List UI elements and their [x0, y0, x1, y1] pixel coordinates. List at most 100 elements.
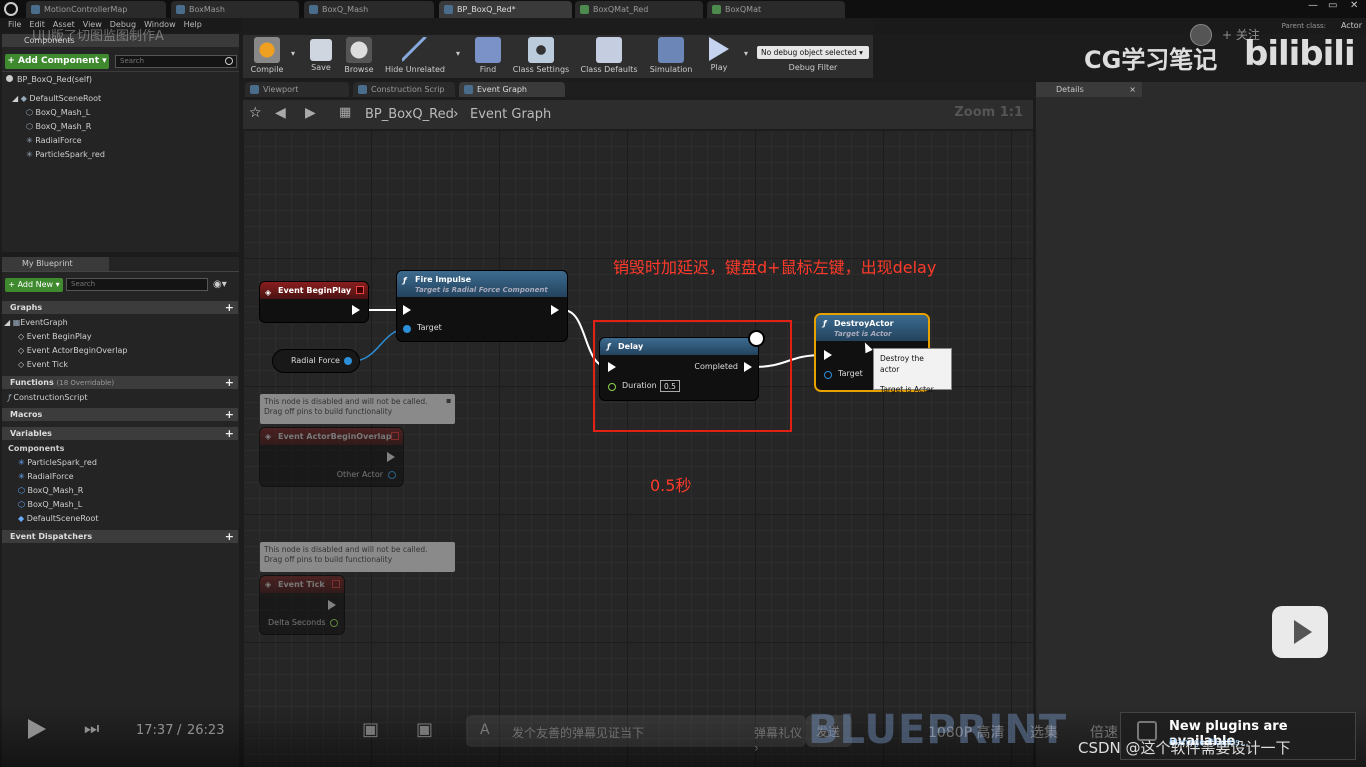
tab-boxqmat[interactable]: BoxQMat [707, 1, 845, 18]
node-event-actor-begin-overlap[interactable]: ◈ Event ActorBeginOverlap Other Actor [260, 428, 403, 486]
section-macros[interactable]: Macros + [2, 408, 238, 421]
event-graph-item[interactable]: ◢ ▦EventGraph [4, 318, 68, 327]
delegate-pin[interactable] [332, 580, 340, 588]
construction-script-item[interactable]: ƒ ConstructionScript [8, 393, 88, 402]
browse-button[interactable]: Browse [341, 37, 377, 77]
component-self[interactable]: BP_BoxQ_Red(self) [6, 75, 92, 84]
var-radial-force[interactable]: ✳ RadialForce [18, 472, 74, 481]
menu-file[interactable]: File [8, 20, 21, 29]
var-default-scene-root[interactable]: ◆ DefaultSceneRoot [18, 514, 98, 523]
play-button[interactable]: Play [701, 37, 737, 77]
breadcrumb-blueprint[interactable]: BP_BoxQ_Red [365, 107, 454, 122]
back-arrow-icon[interactable]: ◀ [275, 105, 286, 121]
minimize-button[interactable]: — [1308, 0, 1318, 11]
danmaku-settings-icon[interactable]: ▣ [416, 719, 433, 740]
radial-force-out-pin[interactable] [344, 357, 352, 365]
favorite-icon[interactable]: ☆ [249, 105, 262, 121]
tab-boxq-mash[interactable]: BoxQ_Mash [304, 1, 434, 18]
play-pause-icon[interactable] [28, 719, 46, 739]
compile-button[interactable]: Compile [247, 37, 287, 77]
exec-out-pin[interactable] [387, 452, 395, 462]
tree-default-scene-root[interactable]: ◢ ◆ DefaultSceneRoot [12, 94, 101, 103]
event-begin-overlap-item[interactable]: ◇ Event ActorBeginOverlap [18, 346, 127, 355]
section-event-dispatchers[interactable]: Event Dispatchers + [2, 530, 238, 543]
section-graphs[interactable]: Graphs + [2, 301, 238, 314]
tab-viewport[interactable]: Viewport [245, 82, 349, 97]
tab-event-graph[interactable]: Event Graph [459, 82, 565, 97]
section-functions[interactable]: Functions (18 Overridable) + [2, 376, 238, 389]
other-actor-pin[interactable] [388, 471, 396, 479]
save-button[interactable]: Save [305, 37, 337, 77]
add-variable-icon[interactable]: + [225, 427, 234, 440]
node-event-beginplay[interactable]: ◈ Event BeginPlay [260, 282, 368, 322]
class-defaults-button[interactable]: Class Defaults [577, 37, 641, 77]
danmaku-etiquette-link[interactable]: 弹幕礼仪 › [754, 724, 806, 755]
debug-object-select[interactable]: No debug object selected ▾ [757, 46, 869, 59]
var-boxq-mash-l[interactable]: ⬡ BoxQ_Mash_L [18, 500, 82, 509]
event-begin-play-item[interactable]: ◇ Event BeginPlay [18, 332, 92, 341]
tab-motion-controller-map[interactable]: MotionControllerMap [26, 1, 166, 18]
target-pin[interactable] [824, 371, 832, 379]
tab-boxmash[interactable]: BoxMash [171, 1, 299, 18]
save-icon [310, 39, 332, 61]
exec-out-pin[interactable] [551, 305, 559, 315]
component-var-icon: ✳ [18, 472, 25, 481]
target-pin[interactable] [403, 325, 411, 333]
view-options-icon[interactable]: ◉▾ [213, 279, 227, 290]
next-icon[interactable]: ⏭ [84, 719, 99, 739]
tree-particle-spark[interactable]: ✳ ParticleSpark_red [26, 150, 105, 159]
delta-seconds-pin-label: Delta Seconds [268, 618, 326, 627]
add-component-button[interactable]: + Add Component ▾ [5, 54, 109, 69]
add-function-icon[interactable]: + [225, 376, 234, 389]
event-graph-canvas[interactable]: ◈ Event BeginPlay ƒ Fire Impulse Target is … [243, 130, 1033, 767]
var-particle-spark[interactable]: ✳ ParticleSpark_red [18, 458, 97, 467]
editor-tab-bar: Viewport Construction Scrip Event Graph [243, 82, 1033, 97]
components-subheader[interactable]: Components [8, 444, 64, 453]
details-close-icon[interactable]: × [1129, 82, 1136, 97]
hide-unrelated-button[interactable]: Hide Unrelated [383, 37, 447, 77]
find-button[interactable]: Find [471, 37, 505, 77]
episodes-button[interactable]: 选集 [1030, 722, 1058, 742]
node-event-tick[interactable]: ◈ Event Tick Delta Seconds [260, 576, 344, 634]
details-tab[interactable]: Details × [1036, 82, 1142, 97]
delegate-pin[interactable] [391, 432, 399, 440]
forward-arrow-icon[interactable]: ▶ [305, 105, 316, 121]
tab-boxqmat-red[interactable]: BoxQMat_Red [575, 1, 703, 18]
exec-in-pin[interactable] [403, 305, 411, 315]
exec-in-pin[interactable] [824, 350, 832, 360]
time-total: 26:23 [187, 723, 225, 738]
delta-seconds-pin[interactable] [330, 619, 338, 627]
time-separator: / [177, 723, 182, 738]
blueprint-search-input[interactable]: Search [66, 278, 208, 291]
parent-class-value[interactable]: Actor [1341, 21, 1362, 30]
event-icon: ◇ [18, 360, 25, 369]
close-button[interactable]: ✕ [1350, 0, 1358, 11]
add-graph-icon[interactable]: + [225, 301, 234, 314]
danmaku-toggle-icon[interactable]: ▣ [362, 719, 379, 740]
add-dispatcher-icon[interactable]: + [225, 530, 234, 543]
event-tick-item[interactable]: ◇ Event Tick [18, 360, 68, 369]
node-radial-force-getter[interactable]: Radial Force [273, 350, 359, 372]
maximize-button[interactable]: ▭ [1328, 0, 1337, 11]
component-search-input[interactable]: Search [115, 55, 237, 68]
danmaku-input[interactable]: A 发个友善的弹幕见证当下 弹幕礼仪 › [466, 715, 806, 755]
simulation-button[interactable]: Simulation [647, 37, 695, 77]
danmaku-style-icon[interactable]: A [480, 722, 490, 738]
add-new-button[interactable]: + Add New ▾ [5, 278, 63, 292]
tab-construction-script[interactable]: Construction Scrip [353, 82, 455, 97]
node-fire-impulse[interactable]: ƒ Fire Impulse Target is Radial Force Comp… [397, 271, 567, 341]
menu-help[interactable]: Help [184, 20, 202, 29]
tab-bp-boxq-red[interactable]: BP_BoxQ_Red* [439, 1, 572, 18]
delegate-pin[interactable] [356, 286, 364, 294]
exec-out-pin[interactable] [352, 305, 360, 315]
tree-boxq-mash-r[interactable]: ⬡ BoxQ_Mash_R [26, 122, 91, 131]
my-blueprint-tab[interactable]: My Blueprint [2, 257, 109, 271]
tree-boxq-mash-l[interactable]: ⬡ BoxQ_Mash_L [26, 108, 90, 117]
tree-radial-force[interactable]: ✳ RadialForce [26, 136, 82, 145]
add-macro-icon[interactable]: + [225, 408, 234, 421]
var-boxq-mash-r[interactable]: ⬡ BoxQ_Mash_R [18, 486, 83, 495]
quality-button[interactable]: 1080P 高清 [928, 722, 1005, 742]
class-settings-button[interactable]: Class Settings [511, 37, 571, 77]
section-variables[interactable]: Variables + [2, 427, 238, 440]
exec-out-pin[interactable] [328, 600, 336, 610]
